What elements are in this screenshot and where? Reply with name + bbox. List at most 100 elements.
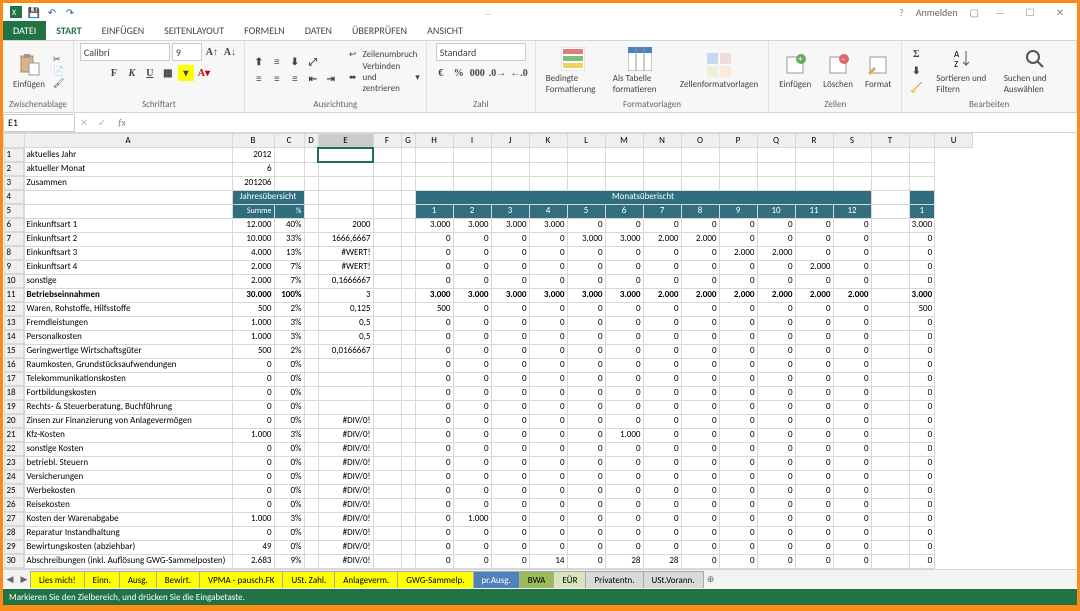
tab-file[interactable]: DATEI <box>3 21 46 40</box>
sheet-tab[interactable]: Einn. <box>84 571 120 588</box>
fill-icon[interactable]: ⬇ <box>908 63 924 79</box>
formatpainter-icon[interactable]: 🖌 <box>53 78 64 89</box>
tab-review[interactable]: ÜBERPRÜFEN <box>342 21 417 40</box>
col-header[interactable]: A <box>24 134 232 148</box>
cancel-formula-icon[interactable]: ✕ <box>75 116 93 129</box>
maximize-icon[interactable]: ☐ <box>1021 5 1039 19</box>
sheet-tab[interactable]: Anlageverm. <box>334 571 398 588</box>
tab-start[interactable]: START <box>46 21 91 40</box>
align-center-icon[interactable]: ≡ <box>269 72 285 88</box>
col-header[interactable]: M <box>605 134 643 148</box>
name-box[interactable]: E1 <box>3 114 75 132</box>
currency-icon[interactable]: € <box>433 65 449 81</box>
row-header[interactable]: 24 <box>4 470 24 484</box>
fx-icon[interactable]: fx <box>111 116 133 129</box>
percent-icon[interactable]: % <box>451 65 467 81</box>
col-header[interactable]: U <box>935 134 973 148</box>
borders-icon[interactable]: ▦ <box>160 65 176 81</box>
tab-view[interactable]: ANSICHT <box>417 21 473 40</box>
row-header[interactable]: 26 <box>4 498 24 512</box>
col-header[interactable] <box>4 134 25 148</box>
sheet-nav-next-icon[interactable]: ▶ <box>17 574 31 585</box>
paste-button[interactable]: Einfügen <box>9 53 49 90</box>
clear-icon[interactable]: 🧹 <box>908 80 924 96</box>
delete-cells-button[interactable]: −Löschen <box>819 53 857 90</box>
col-header[interactable]: J <box>491 134 529 148</box>
redo-icon[interactable]: ↷ <box>63 5 77 19</box>
col-header[interactable]: T <box>871 134 909 148</box>
col-header[interactable]: B <box>232 134 274 148</box>
format-table-button[interactable]: Als Tabelle formatieren <box>609 47 672 95</box>
col-header[interactable]: S <box>833 134 871 148</box>
col-header[interactable]: F <box>373 134 401 148</box>
row-header[interactable]: 30 <box>4 554 24 568</box>
minimize-icon[interactable]: — <box>991 5 1009 19</box>
col-header[interactable]: L <box>567 134 605 148</box>
row-header[interactable]: 16 <box>4 358 24 372</box>
sort-filter-button[interactable]: AZSortieren und Filtern <box>932 47 995 95</box>
row-header[interactable]: 8 <box>4 246 24 260</box>
font-color-icon[interactable]: A▾ <box>196 65 212 81</box>
row-header[interactable]: 31 <box>4 568 24 569</box>
align-left-icon[interactable]: ≡ <box>251 72 267 88</box>
col-header[interactable]: I <box>453 134 491 148</box>
align-bottom-icon[interactable]: ⬇ <box>287 55 303 71</box>
col-header[interactable]: P <box>719 134 757 148</box>
sheet-tab[interactable]: USt.Vorann. <box>643 571 704 588</box>
align-middle-icon[interactable]: ≡ <box>269 55 285 71</box>
row-header[interactable]: 19 <box>4 400 24 414</box>
find-select-button[interactable]: Suchen und Auswählen <box>1000 47 1070 95</box>
ribbon-collapse-icon[interactable]: ▢ <box>970 6 979 19</box>
save-icon[interactable]: 💾 <box>27 5 41 19</box>
col-header[interactable]: K <box>529 134 567 148</box>
col-header[interactable]: R <box>795 134 833 148</box>
indent-dec-icon[interactable]: ⇤ <box>305 72 321 88</box>
col-header[interactable]: N <box>643 134 681 148</box>
col-header[interactable]: Q <box>757 134 795 148</box>
align-top-icon[interactable]: ⬆ <box>251 55 267 71</box>
row-header[interactable]: 13 <box>4 316 24 330</box>
inc-decimal-icon[interactable]: .0→ <box>488 65 508 81</box>
col-header[interactable]: H <box>415 134 453 148</box>
thousands-icon[interactable]: 000 <box>469 65 486 81</box>
row-header[interactable]: 25 <box>4 484 24 498</box>
cond-format-button[interactable]: Bedingte Formatierung <box>542 47 605 95</box>
dec-decimal-icon[interactable]: ←.0 <box>509 65 529 81</box>
login-link[interactable]: Anmelden <box>916 6 958 19</box>
cut-icon[interactable]: ✂ <box>53 54 64 65</box>
col-header[interactable]: O <box>681 134 719 148</box>
wrap-text-button[interactable]: ↩ Zeilenumbruch <box>349 49 420 60</box>
row-header[interactable]: 9 <box>4 260 24 274</box>
sheet-add-icon[interactable]: ⊕ <box>704 574 718 585</box>
align-right-icon[interactable]: ≡ <box>287 72 303 88</box>
spreadsheet-grid[interactable]: ABCDEFGHIJKLMNOPQRSTU1aktuelles Jahr2012… <box>3 133 1077 569</box>
indent-inc-icon[interactable]: ⇥ <box>323 72 339 88</box>
row-header[interactable]: 29 <box>4 540 24 554</box>
row-header[interactable]: 17 <box>4 372 24 386</box>
row-header[interactable]: 20 <box>4 414 24 428</box>
sheet-tab[interactable]: Lies mich! <box>30 571 85 588</box>
sheet-tab[interactable]: BWA <box>519 571 555 588</box>
row-header[interactable]: 21 <box>4 428 24 442</box>
sheet-tab[interactable]: pr.Ausg. <box>473 571 520 588</box>
tab-data[interactable]: DATEN <box>295 21 342 40</box>
autosum-icon[interactable]: Σ <box>908 46 924 62</box>
copy-icon[interactable]: 📄 <box>53 66 64 77</box>
fill-color-icon[interactable]: ▾ <box>178 65 194 81</box>
accept-formula-icon[interactable]: ✓ <box>93 116 111 129</box>
col-header[interactable]: G <box>401 134 415 148</box>
row-header[interactable]: 7 <box>4 232 24 246</box>
font-size-combo[interactable]: 9 <box>172 43 202 61</box>
insert-cells-button[interactable]: +Einfügen <box>775 53 815 90</box>
row-header[interactable]: 22 <box>4 442 24 456</box>
row-header[interactable]: 27 <box>4 512 24 526</box>
italic-button[interactable]: K <box>124 65 140 81</box>
undo-icon[interactable]: ↶ <box>45 5 59 19</box>
cell-styles-button[interactable]: Zellenformatvorlagen <box>676 53 762 90</box>
font-name-combo[interactable]: Calibri <box>80 43 170 61</box>
formula-input[interactable] <box>133 115 1077 131</box>
underline-button[interactable]: U <box>142 65 158 81</box>
row-header[interactable]: 18 <box>4 386 24 400</box>
orientation-icon[interactable]: ⤢ <box>305 55 321 71</box>
help-icon[interactable]: ? <box>899 6 904 19</box>
